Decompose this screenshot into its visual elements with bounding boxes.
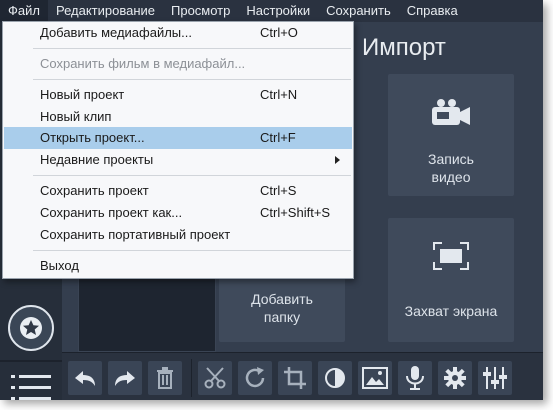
app-window: Файл Редактирование Просмотр Настройки С…	[0, 0, 543, 400]
bottom-toolbar	[62, 352, 543, 400]
filters-button[interactable]	[358, 361, 392, 395]
menu-item-shortcut: Ctrl+Shift+S	[260, 205, 331, 220]
menu-item-new-project[interactable]: Новый проект Ctrl+N	[4, 84, 352, 106]
undo-icon	[75, 371, 95, 386]
file-menu-dropdown: Добавить медиафайлы... Ctrl+O Сохранить …	[2, 21, 354, 279]
star-icon	[20, 317, 42, 339]
menu-item-label: Выход	[40, 258, 79, 273]
menu-item-label: Новый проект	[40, 87, 125, 102]
menu-item-label: Сохранить проект как...	[40, 205, 183, 220]
equalizer-button[interactable]	[478, 361, 512, 395]
menu-settings[interactable]: Настройки	[238, 0, 318, 22]
cut-button[interactable]	[198, 361, 232, 395]
gear-icon	[444, 367, 466, 389]
effects-star-button[interactable]	[8, 305, 54, 351]
menu-item-recent-projects[interactable]: Недавние проекты	[4, 149, 352, 171]
microphone-icon	[406, 366, 424, 390]
color-adjust-icon	[325, 368, 345, 388]
menu-save[interactable]: Сохранить	[318, 0, 399, 22]
tile-add-folder-label: Добавить папку	[251, 291, 313, 325]
menu-item-save-movie: Сохранить фильм в медиафайл...	[4, 53, 352, 75]
redo-icon	[115, 371, 135, 386]
image-icon	[362, 367, 388, 389]
toolbar-divider	[191, 359, 192, 397]
menu-item-label: Добавить медиафайлы...	[40, 25, 192, 40]
redo-button[interactable]	[108, 361, 142, 395]
settings-button[interactable]	[438, 361, 472, 395]
menu-item-save-project-as[interactable]: Сохранить проект как... Ctrl+Shift+S	[4, 202, 352, 224]
record-voice-button[interactable]	[398, 361, 432, 395]
equalizer-icon	[483, 367, 507, 389]
menu-item-shortcut: Ctrl+S	[260, 183, 297, 198]
tile-screen-capture-label: Захват экрана	[404, 303, 498, 319]
menu-item-open-project[interactable]: Открыть проект... Ctrl+F	[4, 127, 352, 149]
undo-button[interactable]	[68, 361, 102, 395]
page-title: Импорт	[362, 34, 446, 61]
sidebar-divider	[0, 360, 62, 362]
menu-separator	[33, 48, 351, 49]
tile-record-video[interactable]: Запись видео	[388, 74, 514, 196]
rotate-button[interactable]	[238, 361, 272, 395]
menubar: Файл Редактирование Просмотр Настройки С…	[0, 0, 543, 22]
menu-item-label: Сохранить портативный проект	[40, 227, 231, 242]
menu-item-new-clip[interactable]: Новый клип	[4, 106, 352, 128]
menu-item-shortcut: Ctrl+N	[260, 87, 298, 102]
menu-file[interactable]: Файл	[0, 0, 48, 22]
video-camera-icon	[432, 99, 470, 125]
scissors-icon	[204, 367, 226, 389]
crop-button[interactable]	[278, 361, 312, 395]
menu-item-save-project[interactable]: Сохранить проект Ctrl+S	[4, 180, 352, 202]
trash-icon	[157, 367, 173, 389]
tile-screen-capture[interactable]: Захват экрана	[388, 218, 514, 342]
menu-item-shortcut: Ctrl+F	[260, 130, 296, 145]
tile-record-video-label: Запись видео	[428, 151, 474, 185]
menu-item-label: Новый клип	[40, 109, 112, 124]
menu-edit[interactable]: Редактирование	[48, 0, 163, 22]
menu-item-label: Открыть проект...	[40, 130, 145, 145]
menu-item-label: Сохранить фильм в медиафайл...	[40, 56, 246, 71]
menu-item-exit[interactable]: Выход	[4, 255, 352, 277]
screen-capture-icon	[433, 242, 469, 270]
menu-item-label: Сохранить проект	[40, 183, 149, 198]
menu-view[interactable]: Просмотр	[163, 0, 238, 22]
menu-separator	[33, 79, 351, 80]
menu-separator	[33, 250, 351, 251]
submenu-arrow-icon	[335, 156, 340, 164]
menu-help[interactable]: Справка	[399, 0, 466, 22]
delete-button[interactable]	[148, 361, 182, 395]
menu-item-save-portable[interactable]: Сохранить портативный проект	[4, 224, 352, 246]
color-adjust-button[interactable]	[318, 361, 352, 395]
crop-icon	[284, 367, 306, 389]
menu-separator	[33, 175, 351, 176]
menu-item-label: Недавние проекты	[40, 152, 154, 167]
menu-item-shortcut: Ctrl+O	[260, 25, 298, 40]
menu-item-add-media[interactable]: Добавить медиафайлы... Ctrl+O	[4, 22, 352, 44]
list-icon[interactable]	[11, 372, 51, 400]
rotate-icon	[245, 367, 265, 388]
